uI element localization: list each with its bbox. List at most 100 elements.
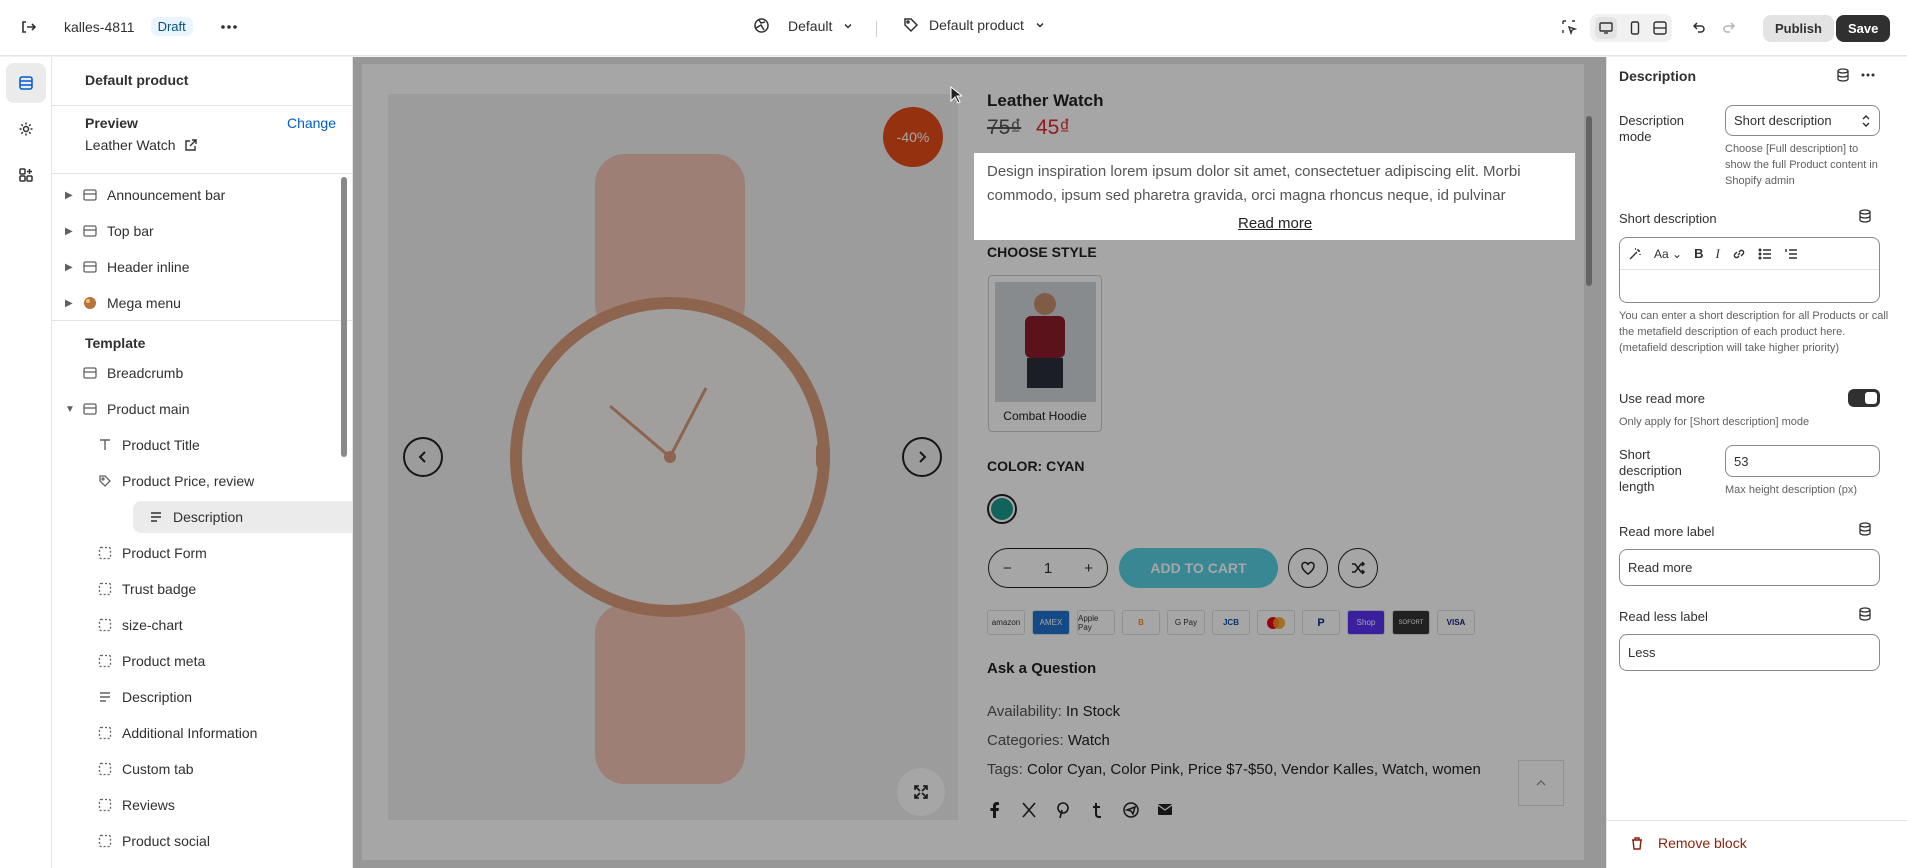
sidebar-item-top-bar[interactable]: ▶ Top bar — [52, 215, 327, 247]
sidebar-item-mega-menu[interactable]: ▶ Mega menu — [52, 287, 327, 319]
use-read-more-label: Use read more — [1619, 391, 1705, 406]
change-preview-link[interactable]: Change — [287, 115, 336, 131]
length-input[interactable]: 53 — [1725, 445, 1880, 477]
block-label: Product Form — [122, 545, 207, 561]
link-icon[interactable] — [1732, 247, 1746, 261]
viewport-switcher — [1590, 14, 1672, 42]
publish-button[interactable]: Publish — [1763, 15, 1834, 42]
preview-product-name: Leather Watch — [85, 137, 176, 153]
template-selector[interactable]: Default product — [903, 17, 1046, 33]
block-icon — [94, 834, 116, 848]
sidebar-item-label: Announcement bar — [107, 187, 226, 203]
block-description[interactable]: Description — [94, 681, 327, 713]
block-label: Product social — [122, 833, 210, 849]
mouse-cursor-icon — [950, 86, 962, 104]
exit-button[interactable] — [19, 18, 37, 36]
read-more-label-title: Read more label — [1619, 524, 1715, 539]
read-less-label-title: Read less label — [1619, 609, 1708, 624]
block-icon — [94, 618, 116, 632]
sidebar-item-announcement-bar[interactable]: ▶ Announcement bar — [52, 179, 327, 211]
block-product-title[interactable]: Product Title — [94, 429, 327, 461]
section-icon — [79, 188, 101, 202]
section-icon — [79, 260, 101, 274]
block-additional-information[interactable]: Additional Information — [94, 717, 327, 749]
theme-settings-tab[interactable] — [6, 109, 46, 149]
italic-icon[interactable]: I — [1715, 246, 1719, 262]
rte-toolbar: Aa ⌄ B I — [1620, 238, 1879, 270]
block-product-social[interactable]: Product social — [94, 825, 327, 857]
block-custom-tab[interactable]: Custom tab — [94, 753, 327, 785]
chevron-right-icon: ▶ — [65, 261, 73, 273]
sidebar-item-label: Product main — [107, 401, 190, 417]
inspector-button[interactable] — [1561, 19, 1577, 35]
chevron-right-icon: ▶ — [65, 189, 73, 201]
bullet-list-icon[interactable] — [1758, 247, 1772, 261]
chevron-down-icon — [1034, 19, 1046, 31]
theme-selector[interactable]: Default — [753, 17, 854, 34]
block-product-price[interactable]: Product Price, review — [94, 465, 327, 497]
database-icon[interactable] — [1836, 68, 1850, 82]
lines-icon — [94, 690, 116, 704]
section-icon — [79, 366, 101, 380]
bold-icon[interactable]: B — [1694, 246, 1703, 261]
preview-product[interactable]: Leather Watch — [85, 137, 197, 153]
store-name-text: kalles-4811 — [64, 18, 135, 35]
mobile-icon[interactable] — [1628, 21, 1642, 35]
block-description-selected[interactable]: Description — [133, 501, 352, 533]
sections-tab[interactable] — [6, 63, 46, 103]
desktop-icon[interactable] — [1595, 17, 1618, 39]
block-product-meta[interactable]: Product meta — [94, 645, 327, 677]
undo-button[interactable] — [1691, 19, 1707, 35]
sidebar-item-breadcrumb[interactable]: Breadcrumb — [52, 357, 327, 389]
undo-icon — [1691, 19, 1707, 35]
use-read-more-toggle[interactable] — [1848, 389, 1880, 407]
text-size-icon[interactable]: Aa ⌄ — [1654, 247, 1682, 261]
remove-block-button[interactable]: Remove block — [1630, 835, 1747, 851]
description-mode-select[interactable]: Short description — [1725, 105, 1880, 136]
block-label: Description — [173, 509, 244, 525]
database-icon[interactable] — [1858, 607, 1872, 621]
block-label: Product Price, review — [122, 473, 255, 489]
sidebar-item-product-main[interactable]: ▼ Product main — [52, 393, 327, 425]
numbered-list-icon[interactable] — [1784, 247, 1798, 261]
mode-help: Choose [Full description] to show the fu… — [1725, 143, 1878, 187]
lines-icon — [145, 510, 167, 524]
block-size-chart[interactable]: size-chart — [94, 609, 327, 641]
section-sidebar: Default product Preview Change Leather W… — [52, 57, 353, 868]
block-product-form[interactable]: Product Form — [94, 537, 327, 569]
sidebar-item-label: Breadcrumb — [107, 365, 184, 381]
divider — [52, 173, 352, 174]
database-icon[interactable] — [1858, 209, 1872, 223]
external-link-icon — [184, 138, 197, 152]
theme-label: Default — [788, 17, 833, 34]
globe-icon — [753, 17, 770, 34]
length-label: Short description length — [1619, 447, 1682, 494]
more-actions-button[interactable] — [219, 18, 239, 36]
read-less-label-input[interactable]: Less — [1619, 634, 1880, 671]
block-reviews[interactable]: Reviews — [94, 789, 327, 821]
price-icon — [94, 474, 116, 488]
apps-tab[interactable] — [6, 155, 46, 195]
trash-icon — [1630, 836, 1644, 850]
sidebar-scrollbar[interactable] — [341, 177, 347, 457]
sidebar-item-header-inline[interactable]: ▶ Header inline — [52, 251, 327, 283]
short-description-editor[interactable]: Aa ⌄ B I — [1619, 237, 1880, 303]
redo-button[interactable] — [1721, 19, 1737, 35]
block-icon — [94, 762, 116, 776]
block-label: Reviews — [122, 797, 175, 813]
app-icon — [79, 296, 101, 310]
short-desc-help: You can enter a short description for al… — [1619, 310, 1889, 354]
database-icon[interactable] — [1858, 522, 1872, 536]
more-icon[interactable] — [1860, 68, 1876, 82]
block-trust-badge[interactable]: Trust badge — [94, 573, 327, 605]
mode-label: Description mode — [1619, 113, 1685, 144]
sidebar-item-label: Mega menu — [107, 295, 181, 311]
magic-icon[interactable] — [1628, 247, 1642, 261]
divider — [1606, 820, 1907, 821]
gear-icon — [18, 121, 34, 137]
fullscreen-icon[interactable] — [1652, 21, 1667, 35]
sidebar-item-label: Top bar — [107, 223, 154, 239]
save-button[interactable]: Save — [1836, 15, 1891, 42]
read-more-label-input[interactable]: Read more — [1619, 549, 1880, 586]
read-more-link[interactable]: Read more — [1238, 215, 1312, 232]
